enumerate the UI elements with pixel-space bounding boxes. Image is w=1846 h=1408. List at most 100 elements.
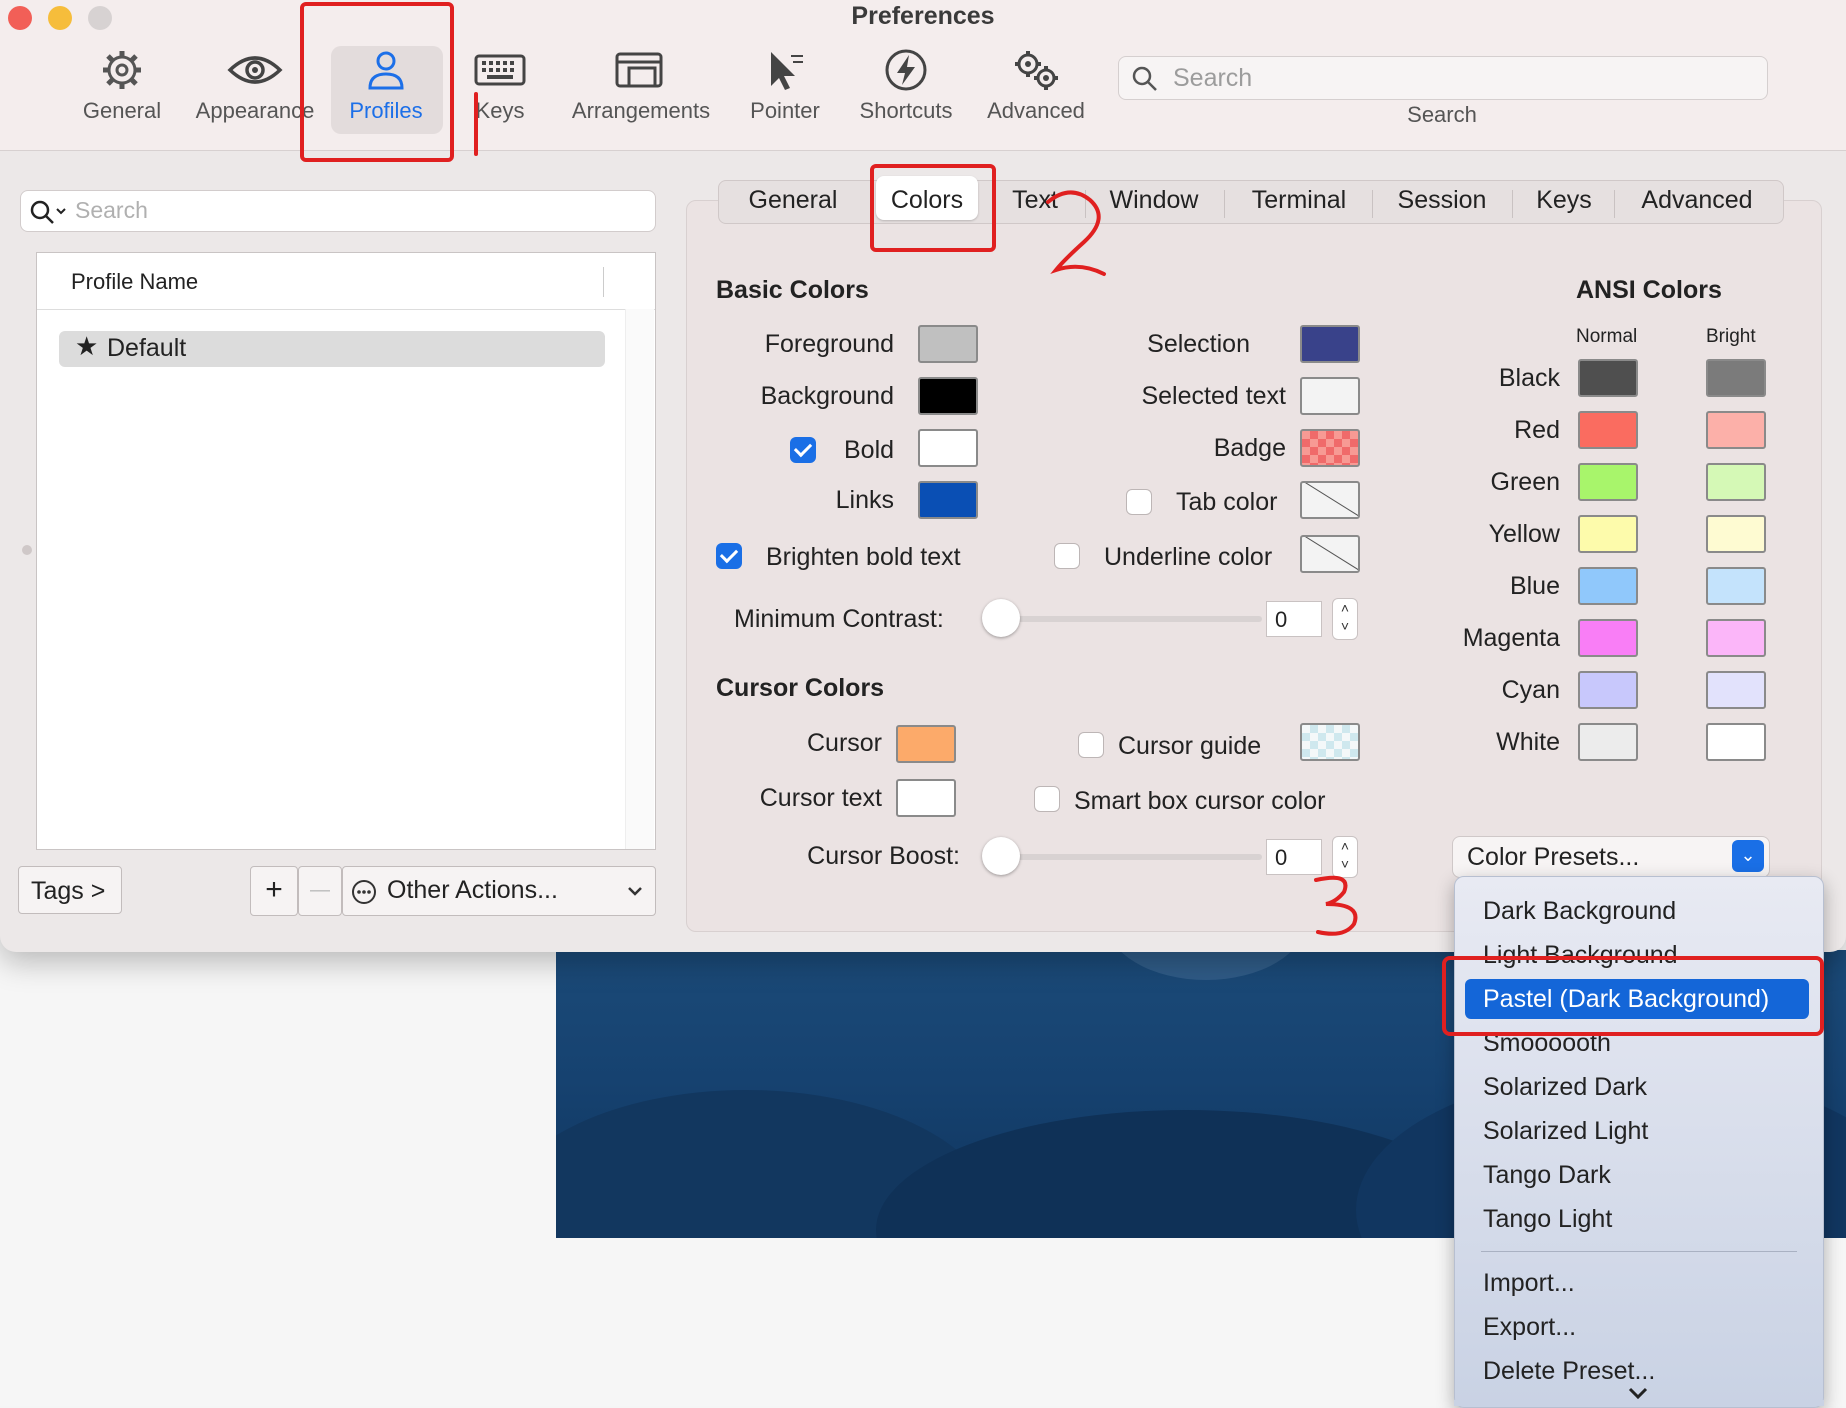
profile-row-default[interactable]: ★ Default xyxy=(59,331,605,367)
bold-checkbox[interactable] xyxy=(790,437,816,463)
tab-session[interactable]: Session xyxy=(1384,186,1500,215)
menu-item-dark-background[interactable]: Dark Background xyxy=(1483,897,1676,926)
remove-profile-button[interactable]: — xyxy=(298,866,342,916)
ansi-red-normal-well[interactable] xyxy=(1578,411,1638,449)
ansi-cyan-normal-well[interactable] xyxy=(1578,671,1638,709)
menu-item-export[interactable]: Export... xyxy=(1483,1313,1576,1342)
tab-color-well[interactable] xyxy=(1300,481,1360,519)
ansi-cyan-label: Cyan xyxy=(1501,676,1560,704)
basic-colors-title: Basic Colors xyxy=(716,276,869,304)
ansi-green-bright-well[interactable] xyxy=(1706,463,1766,501)
tab-separator xyxy=(1372,190,1373,218)
underline-color-well[interactable] xyxy=(1300,535,1360,573)
add-profile-button[interactable]: + xyxy=(250,866,298,916)
minimum-contrast-track[interactable] xyxy=(1000,616,1262,622)
toolbar-arrangements[interactable]: Arrangements xyxy=(566,48,716,124)
star-icon: ★ xyxy=(75,331,99,361)
menu-item-solarized-dark[interactable]: Solarized Dark xyxy=(1483,1073,1647,1102)
toolbar-advanced[interactable]: Advanced xyxy=(982,48,1090,124)
minimum-contrast-field[interactable]: 0 xyxy=(1266,601,1322,637)
brighten-bold-checkbox[interactable] xyxy=(716,543,742,569)
column-header-profile-name[interactable]: Profile Name xyxy=(71,269,198,295)
chevron-down-icon[interactable] xyxy=(1627,1385,1649,1401)
annotation-box-profiles xyxy=(300,2,454,162)
cursor-boost-slider[interactable] xyxy=(982,837,1020,875)
ansi-colors-title: ANSI Colors xyxy=(1576,276,1722,304)
ansi-black-normal-well[interactable] xyxy=(1578,359,1638,397)
cursor-guide-color-well[interactable] xyxy=(1300,723,1360,761)
ansi-black-bright-well[interactable] xyxy=(1706,359,1766,397)
cursor-text-label: Cursor text xyxy=(759,784,882,812)
toolbar-label: Shortcuts xyxy=(859,98,953,123)
tags-button[interactable]: Tags > xyxy=(18,866,122,914)
toolbar-label: Arrangements xyxy=(571,98,711,123)
menu-item-delete-preset[interactable]: Delete Preset... xyxy=(1483,1357,1655,1386)
menu-item-solarized-light[interactable]: Solarized Light xyxy=(1483,1117,1648,1146)
ansi-red-bright-well[interactable] xyxy=(1706,411,1766,449)
ansi-blue-normal-well[interactable] xyxy=(1578,567,1638,605)
ansi-yellow-normal-well[interactable] xyxy=(1578,515,1638,553)
toolbar-general[interactable]: General xyxy=(76,48,168,124)
selection-label: Selection xyxy=(1147,330,1250,358)
toolbar-search-field[interactable]: Search xyxy=(1118,56,1768,100)
minimum-contrast-label: Minimum Contrast: xyxy=(734,605,944,633)
ansi-white-label: White xyxy=(1496,728,1560,756)
selection-color-well[interactable] xyxy=(1300,325,1360,363)
ansi-black-label: Black xyxy=(1498,364,1560,392)
search-icon xyxy=(1132,66,1157,91)
menu-item-tango-light[interactable]: Tango Light xyxy=(1483,1205,1612,1234)
cursor-boost-track[interactable] xyxy=(1000,854,1262,860)
foreground-color-well[interactable] xyxy=(918,325,978,363)
tab-terminal[interactable]: Terminal xyxy=(1236,186,1362,215)
background-color-well[interactable] xyxy=(918,377,978,415)
annotation-box-colors xyxy=(870,164,996,252)
cursor-guide-checkbox[interactable] xyxy=(1078,732,1104,758)
badge-color-well[interactable] xyxy=(1300,429,1360,467)
links-color-well[interactable] xyxy=(918,481,978,519)
menu-item-tango-dark[interactable]: Tango Dark xyxy=(1483,1161,1611,1190)
ansi-green-label: Green xyxy=(1490,468,1560,496)
ansi-cyan-bright-well[interactable] xyxy=(1706,671,1766,709)
selected-text-color-well[interactable] xyxy=(1300,377,1360,415)
cursor-guide-label: Cursor guide xyxy=(1118,732,1262,760)
profile-list-scrollbar[interactable] xyxy=(625,309,654,849)
window-icon xyxy=(615,52,663,88)
ansi-blue-bright-well[interactable] xyxy=(1706,567,1766,605)
chevron-down-icon[interactable]: ⌄ xyxy=(1732,840,1764,872)
badge-label: Badge xyxy=(1213,434,1286,462)
minimum-contrast-slider[interactable] xyxy=(982,599,1020,637)
menu-item-import[interactable]: Import... xyxy=(1483,1269,1575,1298)
minimum-contrast-stepper[interactable]: ˄ ˅ xyxy=(1332,598,1358,640)
preferences-window: Preferences General Appearance Profiles xyxy=(0,0,1846,952)
tab-keys[interactable]: Keys xyxy=(1524,186,1604,215)
tab-color-checkbox[interactable] xyxy=(1126,489,1152,515)
ansi-yellow-bright-well[interactable] xyxy=(1706,515,1766,553)
bold-label: Bold xyxy=(844,436,895,464)
ansi-magenta-bright-well[interactable] xyxy=(1706,619,1766,657)
other-actions-menu[interactable]: Other Actions... xyxy=(342,866,656,916)
profile-search-input[interactable]: Search xyxy=(20,190,656,232)
split-view-handle[interactable] xyxy=(22,545,32,555)
ansi-white-normal-well[interactable] xyxy=(1578,723,1638,761)
profile-list: Profile Name ★ Default xyxy=(36,252,656,850)
brighten-bold-label: Brighten bold text xyxy=(766,543,961,571)
toolbar-shortcuts[interactable]: Shortcuts xyxy=(852,48,960,124)
tab-window[interactable]: Window xyxy=(1096,186,1212,215)
tab-general[interactable]: General xyxy=(736,186,850,215)
ansi-magenta-label: Magenta xyxy=(1462,624,1560,652)
tab-advanced[interactable]: Advanced xyxy=(1626,186,1768,215)
keyboard-icon xyxy=(474,54,526,86)
toolbar-pointer[interactable]: Pointer xyxy=(746,48,824,124)
gear-icon xyxy=(103,51,141,89)
ansi-green-normal-well[interactable] xyxy=(1578,463,1638,501)
color-presets-popup[interactable]: Color Presets... xyxy=(1452,836,1770,878)
selected-text-label: Selected text xyxy=(1141,382,1286,410)
ansi-white-bright-well[interactable] xyxy=(1706,723,1766,761)
cursor-text-color-well[interactable] xyxy=(896,779,956,817)
underline-color-checkbox[interactable] xyxy=(1054,543,1080,569)
ansi-magenta-normal-well[interactable] xyxy=(1578,619,1638,657)
bold-color-well[interactable] xyxy=(918,429,978,467)
cursor-color-well[interactable] xyxy=(896,725,956,763)
foreground-label: Foreground xyxy=(764,330,894,358)
smart-box-cursor-checkbox[interactable] xyxy=(1034,786,1060,812)
